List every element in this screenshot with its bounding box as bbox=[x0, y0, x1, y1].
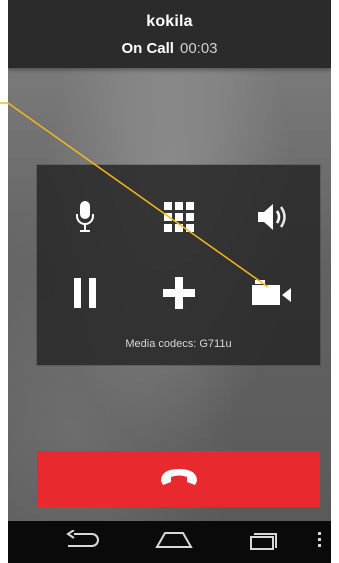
speaker-button[interactable] bbox=[242, 187, 302, 247]
back-button[interactable] bbox=[63, 528, 103, 555]
caller-name: kokila bbox=[146, 13, 193, 30]
dialpad-icon bbox=[164, 202, 194, 232]
speaker-icon bbox=[256, 203, 288, 231]
phone-screen: kokila On Call 00:03 Media codecs: G711u bbox=[8, 0, 331, 563]
hold-button[interactable] bbox=[55, 263, 115, 323]
call-timer: 00:03 bbox=[179, 40, 218, 57]
plus-icon bbox=[163, 277, 195, 309]
video-camera-icon bbox=[252, 280, 292, 306]
call-controls-panel: Media codecs: G711u bbox=[37, 165, 320, 365]
pause-icon bbox=[74, 278, 96, 308]
call-header: kokila On Call 00:03 bbox=[8, 0, 331, 68]
mute-button[interactable] bbox=[55, 187, 115, 247]
home-button[interactable] bbox=[152, 529, 196, 555]
home-icon bbox=[155, 531, 193, 554]
dialpad-button[interactable] bbox=[149, 187, 209, 247]
microphone-icon bbox=[75, 201, 95, 233]
overflow-menu-icon bbox=[318, 531, 322, 553]
back-icon bbox=[66, 528, 100, 555]
video-button[interactable] bbox=[242, 263, 302, 323]
call-status-label: On Call bbox=[121, 40, 174, 57]
recent-apps-button[interactable] bbox=[246, 529, 286, 555]
overflow-menu-button[interactable] bbox=[313, 529, 327, 555]
android-navigation-bar bbox=[8, 521, 331, 563]
media-codecs-text: Media codecs: G711u bbox=[125, 338, 232, 350]
add-call-button[interactable] bbox=[149, 263, 209, 323]
hangup-phone-icon bbox=[159, 468, 199, 491]
hangup-button[interactable] bbox=[37, 451, 320, 507]
call-status: On Call 00:03 bbox=[8, 40, 331, 57]
recent-apps-icon bbox=[250, 530, 282, 555]
